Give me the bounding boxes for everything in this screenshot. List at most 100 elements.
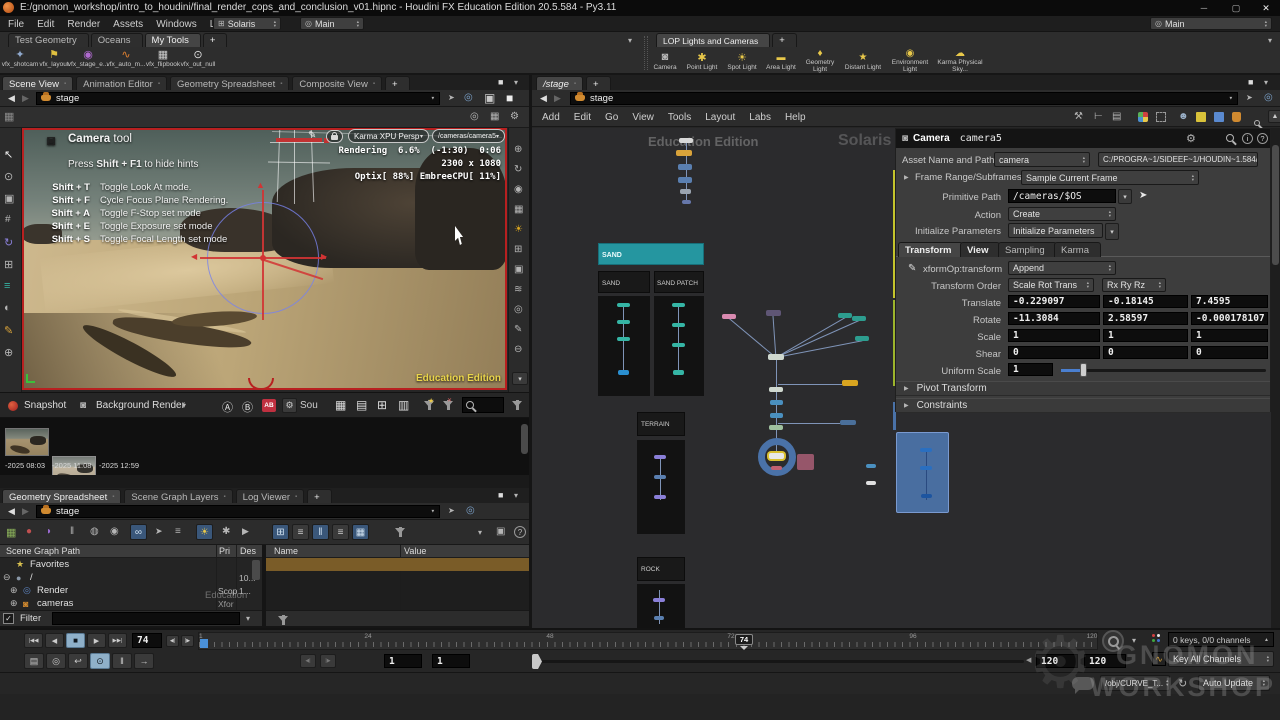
- shelf-tool-spot-light[interactable]: ☀ Spot Light: [722, 51, 762, 71]
- tab-scene-graph-layers[interactable]: Scene Graph Layers: [124, 489, 233, 504]
- sop-node[interactable]: [672, 343, 685, 347]
- keyframe-options-icon[interactable]: [1102, 630, 1124, 652]
- lop-node[interactable]: [678, 177, 692, 183]
- lop-node[interactable]: [920, 466, 932, 470]
- path-field[interactable]: stage ▾: [36, 504, 440, 518]
- net-menu-add[interactable]: Add: [542, 112, 560, 123]
- lop-node[interactable]: [770, 400, 783, 405]
- frame-ruler[interactable]: 1 24 48 72 96 120 74: [198, 632, 1098, 650]
- prim-path-menu-icon[interactable]: ▾: [1118, 189, 1132, 204]
- nav-forward-icon[interactable]: ▶: [554, 93, 561, 104]
- column-view-icon[interactable]: ‖: [312, 524, 329, 540]
- status-up-icon[interactable]: ▲: [1264, 637, 1269, 643]
- play-reverse-button[interactable]: ◀: [45, 633, 64, 648]
- net-menu-edit[interactable]: Edit: [574, 112, 591, 123]
- lop-node[interactable]: [921, 494, 932, 498]
- shelf-tab-my-tools[interactable]: My Tools: [144, 33, 201, 47]
- gallery-grid-icon[interactable]: ▥: [398, 398, 409, 412]
- follow-selection-icon[interactable]: ◎: [464, 92, 473, 103]
- filter-icon[interactable]: [278, 614, 288, 625]
- expand-icon[interactable]: ⊕: [10, 598, 18, 609]
- lop-node[interactable]: [855, 336, 869, 341]
- shelf-tool-camera[interactable]: ◙ Camera: [648, 51, 682, 71]
- net-menu-go[interactable]: Go: [605, 112, 618, 123]
- viewport-display-icon[interactable]: ⊖: [514, 344, 522, 355]
- shelf-tool-geometry-light[interactable]: ♦ Geometry Light: [800, 48, 840, 73]
- range-start-field[interactable]: 1: [384, 654, 422, 668]
- lop-node[interactable]: [769, 387, 783, 392]
- viewport-display-icon[interactable]: ◎: [514, 304, 523, 315]
- add-pane-tab[interactable]: +: [307, 489, 332, 504]
- slider-handle[interactable]: [1080, 363, 1087, 377]
- gallery-grid-icon[interactable]: ▦: [335, 398, 346, 412]
- jump-end-button[interactable]: ▶▶|: [108, 633, 127, 648]
- tree-scrollbar[interactable]: [252, 560, 260, 580]
- lop-node[interactable]: [769, 425, 783, 430]
- pane-menu-icon[interactable]: ▾: [514, 78, 518, 87]
- range-next-icon[interactable]: |▶: [320, 654, 336, 668]
- shelf-tool-vfx-out-null[interactable]: ⊙ vfx_out_null: [181, 48, 216, 68]
- col-value[interactable]: Value: [404, 546, 426, 556]
- shelf-tool-vfx-stage[interactable]: ◉ vfx_stage_e...: [68, 48, 108, 68]
- lop-node[interactable]: [866, 464, 876, 468]
- sop-node[interactable]: [654, 616, 664, 620]
- wrench-icon[interactable]: ⚒: [1074, 111, 1083, 122]
- minimize-button[interactable]: ─: [1190, 0, 1218, 16]
- sticky-note[interactable]: [797, 454, 814, 470]
- col-des[interactable]: Des: [240, 546, 256, 556]
- sop-node[interactable]: [617, 303, 630, 307]
- follow-icon[interactable]: ➤: [155, 526, 163, 537]
- rotate-y-field[interactable]: 2.58597: [1103, 312, 1188, 325]
- viewport-layout-icon[interactable]: ▦: [490, 111, 499, 122]
- hover-grid-icon[interactable]: ▦: [4, 110, 14, 123]
- lop-node[interactable]: [680, 189, 691, 194]
- network-box-sand-group[interactable]: SAND: [598, 243, 704, 265]
- jar-icon[interactable]: [1232, 112, 1241, 122]
- right-scrollbar[interactable]: [1271, 128, 1280, 628]
- compare-ab-icon[interactable]: AB: [262, 399, 276, 412]
- tab-sampling[interactable]: Sampling: [998, 242, 1057, 257]
- playhead-marker[interactable]: 74: [735, 634, 753, 645]
- pin-path-icon[interactable]: ➤: [448, 93, 455, 102]
- network-box-sand[interactable]: SAND: [598, 271, 650, 293]
- row-view-icon[interactable]: ≡: [332, 524, 349, 540]
- layout-selector[interactable]: ◎ Main: [300, 17, 364, 30]
- rotate-order-dropdown[interactable]: Rx Ry Rz: [1102, 278, 1166, 292]
- range-prev-icon[interactable]: ◀|: [300, 654, 316, 668]
- range-slider-handle[interactable]: [532, 654, 542, 669]
- shelf-tool-karma-physical-sky[interactable]: ☁ Karma Physical Sky...: [934, 48, 986, 73]
- pin-path-icon[interactable]: ➤: [448, 506, 455, 515]
- translate-x-field[interactable]: -0.229097: [1008, 295, 1100, 308]
- tab-composite-view[interactable]: Composite View: [292, 76, 382, 91]
- grid-view-icon[interactable]: ▦: [352, 524, 369, 540]
- asset-path-dropdown[interactable]: C:/PROGRA~1/SIDEEF~1/HOUDIN~1.584/ho...: [1098, 152, 1258, 167]
- channel-wave-icon[interactable]: ∿: [1152, 652, 1166, 666]
- viewport-display-icon[interactable]: ⊕: [514, 144, 522, 155]
- network-search-icon[interactable]: [1254, 120, 1260, 126]
- shelf-tool-area-light[interactable]: ▬ Area Light: [762, 51, 800, 71]
- viewport-tool-icon[interactable]: ⊙: [4, 170, 13, 183]
- operator-path-dropdown[interactable]: /obj/CURVE_T...: [1100, 675, 1170, 691]
- timeline-option-icon[interactable]: ‖: [112, 653, 132, 669]
- viewport-tool-icon[interactable]: ≡: [4, 280, 10, 292]
- shear-z-field[interactable]: 0: [1191, 346, 1268, 359]
- shelf-tool-environment-light[interactable]: ◉ Environment Light: [886, 48, 934, 73]
- tab-log-viewer[interactable]: Log Viewer: [235, 489, 305, 504]
- viewport-tool-icon[interactable]: ⊞: [4, 258, 13, 271]
- camera-lock-pill[interactable]: [326, 129, 343, 143]
- follow-selection-icon[interactable]: ◎: [466, 505, 475, 516]
- maximize-button[interactable]: ▢: [1222, 0, 1250, 16]
- gallery-grid-icon[interactable]: ⊞: [377, 398, 387, 412]
- viewport-display-icon[interactable]: ◉: [514, 184, 523, 195]
- compare-a-icon[interactable]: Ⓐ: [222, 399, 233, 415]
- init-params-button[interactable]: Initialize Parameters: [1008, 223, 1103, 238]
- viewport-tool-icon[interactable]: ◐: [4, 302, 11, 314]
- frame-range-collapse-icon[interactable]: ▶: [904, 174, 909, 181]
- node-chooser-icon[interactable]: ➤: [1139, 190, 1147, 201]
- shear-y-field[interactable]: 0: [1103, 346, 1188, 359]
- help-icon[interactable]: ?: [514, 526, 526, 538]
- shelf-tab-test-geometry[interactable]: Test Geometry: [8, 33, 89, 47]
- nav-back-icon[interactable]: ◀: [540, 93, 547, 104]
- viewport-collapse-icon[interactable]: ▾: [512, 372, 528, 385]
- uniform-scale-slider[interactable]: [1061, 363, 1266, 377]
